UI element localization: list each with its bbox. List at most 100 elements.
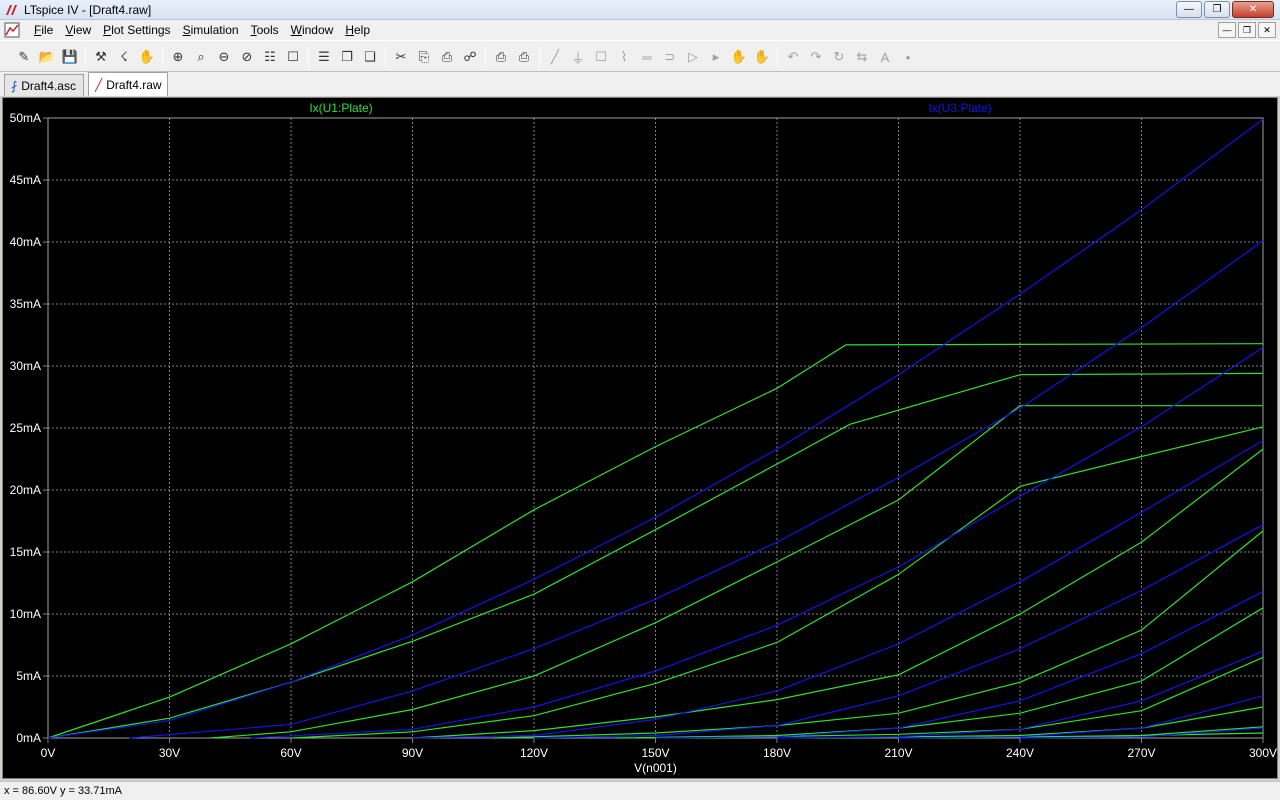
tile-horizontal-icon[interactable]: ☰ <box>314 47 334 67</box>
minimize-icon: — <box>1184 4 1194 15</box>
document-tabs: ⨏ Draft4.asc ╱ Draft4.raw <box>0 72 1280 96</box>
menu-bar: File View Plot Settings Simulation Tools Wind… <box>0 20 1280 40</box>
document-window-controls: — ❐ ✕ <box>1218 22 1276 38</box>
x-tick-label: 180V <box>763 746 791 760</box>
cut-icon[interactable]: ✂ <box>391 47 411 67</box>
zoom-out-icon[interactable]: ⊖ <box>214 47 234 67</box>
doc-minimize-button[interactable]: — <box>1218 22 1236 38</box>
spice-directive-icon[interactable]: • <box>898 47 918 67</box>
toolbar-separator <box>777 47 778 67</box>
menu-plot-settings[interactable]: Plot Settings <box>97 22 176 38</box>
wire-icon[interactable]: ╱ <box>545 47 565 67</box>
copy-icon[interactable]: ⎘ <box>414 47 434 67</box>
paste-icon[interactable]: ⎙ <box>437 47 457 67</box>
toolbar-separator <box>539 47 540 67</box>
inductor-icon[interactable]: ⊃ <box>660 47 680 67</box>
x-tick-label: 270V <box>1127 746 1155 760</box>
maximize-button[interactable]: ❐ <box>1204 1 1230 18</box>
menu-view[interactable]: View <box>59 22 97 38</box>
x-tick-label: 60V <box>280 746 301 760</box>
new-schematic-icon[interactable]: ✎ <box>14 47 34 67</box>
y-tick-label: 25mA <box>10 421 41 435</box>
cursor-readout: x = 86.60V y = 33.71mA <box>4 785 123 797</box>
capacitor-icon[interactable]: ═ <box>637 47 657 67</box>
close-button[interactable]: ✕ <box>1232 1 1274 18</box>
tab-draft4-asc[interactable]: ⨏ Draft4.asc <box>4 74 84 96</box>
print-icon[interactable]: ⎙ <box>514 47 534 67</box>
window-title: LTspice IV - [Draft4.raw] <box>24 3 152 17</box>
x-tick-label: 90V <box>402 746 423 760</box>
menu-list: File View Plot Settings Simulation Tools Wind… <box>28 22 376 38</box>
diode-icon[interactable]: ▷ <box>683 47 703 67</box>
y-tick-label: 45mA <box>10 173 41 187</box>
status-bar: x = 86.60V y = 33.71mA <box>0 781 1280 800</box>
ground-icon[interactable]: ⏚ <box>568 47 588 67</box>
zoom-area-icon[interactable]: ⌕ <box>191 47 211 67</box>
x-tick-label: 150V <box>641 746 669 760</box>
resistor-icon[interactable]: ⌇ <box>614 47 634 67</box>
plot-area[interactable]: 0V 30V 60V 90V 120V 150V 180V 210V 240V 270V 300V 0… <box>3 98 1277 778</box>
tab-draft4-raw[interactable]: ╱ Draft4.raw <box>88 72 168 96</box>
x-tick-label: 240V <box>1006 746 1034 760</box>
menu-tools[interactable]: Tools <box>245 22 285 38</box>
x-axis-label: V(n001) <box>634 761 677 775</box>
trace-u3-curve <box>655 591 1264 739</box>
y-tick-label: 50mA <box>10 111 41 125</box>
run-icon[interactable]: ☇ <box>114 47 134 67</box>
menu-file[interactable]: File <box>28 22 59 38</box>
move-icon[interactable]: ✋ <box>729 47 749 67</box>
mirror-icon[interactable]: ⇆ <box>852 47 872 67</box>
trace-u3-curve <box>47 118 1264 739</box>
redo-icon[interactable]: ↷ <box>806 47 826 67</box>
cascade-icon[interactable]: ❐ <box>337 47 357 67</box>
trace-u1-curve <box>209 405 1263 739</box>
menu-simulation[interactable]: Simulation <box>177 22 245 38</box>
close-icon: ✕ <box>1248 4 1258 15</box>
open-icon[interactable]: 📂 <box>37 47 57 67</box>
doc-restore-button[interactable]: ❐ <box>1238 22 1256 38</box>
doc-close-button[interactable]: ✕ <box>1258 22 1276 38</box>
undo-icon[interactable]: ↶ <box>783 47 803 67</box>
autorange-icon[interactable]: ☷ <box>260 47 280 67</box>
waveform-doc-icon[interactable] <box>4 22 20 38</box>
toolbar-separator <box>385 47 386 67</box>
window-controls: — ❐ ✕ <box>1176 1 1274 18</box>
schematic-icon: ⨏ <box>11 78 18 93</box>
save-icon[interactable]: 💾 <box>60 47 80 67</box>
waveform-viewer[interactable]: 0V 30V 60V 90V 120V 150V 180V 210V 240V 270V 300V 0… <box>2 97 1278 779</box>
control-panel-icon[interactable]: ⚒ <box>91 47 111 67</box>
trace-u3-curve <box>412 439 1264 739</box>
menu-window[interactable]: Window <box>285 22 340 38</box>
menu-help[interactable]: Help <box>339 22 376 38</box>
y-tick-label: 30mA <box>10 359 41 373</box>
trace-u1-curve <box>695 656 1264 739</box>
y-tick-label: 20mA <box>10 483 41 497</box>
print-preview-icon[interactable]: ⎙ <box>491 47 511 67</box>
trace-u3-curve <box>128 240 1264 739</box>
minimize-button[interactable]: — <box>1176 1 1202 18</box>
zoom-in-icon[interactable]: ⊕ <box>168 47 188 67</box>
y-tick-label: 0mA <box>16 731 41 745</box>
trace-label[interactable]: Ix(U1:Plate) <box>309 101 372 115</box>
x-tick-label: 120V <box>520 746 548 760</box>
trace-label[interactable]: Ix(U3:Plate) <box>928 101 991 115</box>
tab-label: Draft4.asc <box>21 78 76 93</box>
text-icon[interactable]: A <box>875 47 895 67</box>
mark-unused-icon[interactable]: ☐ <box>283 47 303 67</box>
trace-u1-curve <box>493 530 1264 739</box>
find-icon[interactable]: ☍ <box>460 47 480 67</box>
component-icon[interactable]: ▸ <box>706 47 726 67</box>
y-tick-label: 35mA <box>10 297 41 311</box>
drag-icon[interactable]: ✋ <box>752 47 772 67</box>
rotate-icon[interactable]: ↻ <box>829 47 849 67</box>
halt-icon[interactable]: ✋ <box>137 47 157 67</box>
zoom-cancel-icon[interactable]: ⊘ <box>237 47 257 67</box>
x-tick-label: 30V <box>159 746 180 760</box>
tile-vertical-icon[interactable]: ❑ <box>360 47 380 67</box>
waveform-icon: ╱ <box>95 77 103 92</box>
x-tick-label: 300V <box>1249 746 1277 760</box>
x-tick-label: 210V <box>884 746 912 760</box>
y-tick-label: 40mA <box>10 235 41 249</box>
label-icon[interactable]: ☐ <box>591 47 611 67</box>
toolbar: ✎ 📂 💾 ⚒ ☇ ✋ ⊕ ⌕ ⊖ ⊘ ☷ ☐ ☰ ❐ ❑ ✂ ⎘ ⎙ ☍ ⎙ ⎙ ╱ ⏚ ☐ ⌇ ═ ⊃ ▷ ▸ ✋ ✋ ↶ ↷ ↻ ⇆ A • <box>0 40 1280 72</box>
